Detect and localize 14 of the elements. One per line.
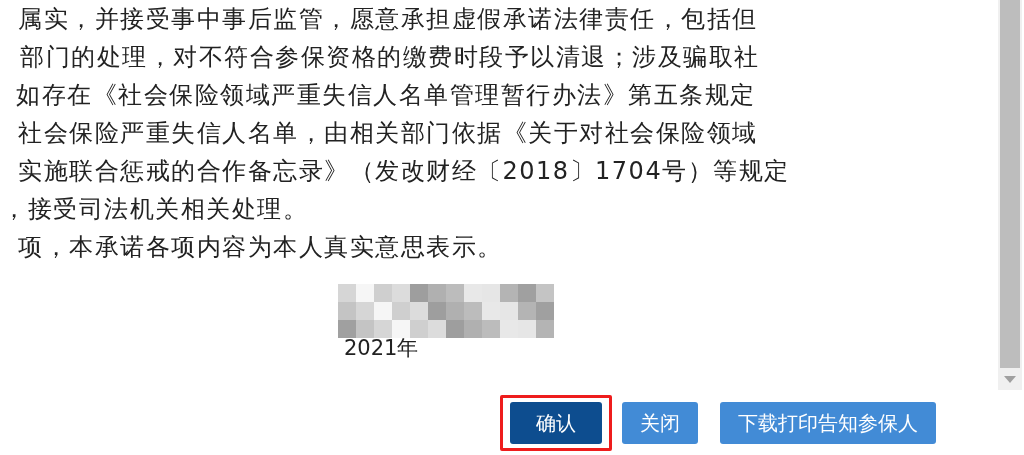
promise-text-line: 如存在《社会保险领域严重失信人名单管理暂行办法》第五条规定 [16, 80, 757, 111]
signature-date: 2021年 [344, 336, 419, 360]
promise-text-line: 社会保险严重失信人名单，由相关部门依据《关于对社会保险领域 [18, 118, 759, 149]
dialog-button[interactable]: 关闭 [622, 402, 698, 444]
promise-text-line: ，接受司法机关相关处理。 [2, 194, 309, 225]
scrollbar[interactable] [998, 0, 1022, 390]
dialog-button[interactable]: 下载打印告知参保人 [720, 402, 936, 444]
scrollbar-thumb[interactable] [1000, 0, 1020, 368]
promise-text-line: 部门的处理，对不符合参保资格的缴费时段予以清退；涉及骗取社 [20, 42, 761, 73]
promise-text-line: 实施联合惩戒的合作备忘录》（发改财经〔2018〕1704号）等规定 [18, 156, 791, 187]
scroll-down-icon[interactable] [1004, 376, 1016, 384]
dialog-button[interactable]: 确认 [510, 402, 602, 444]
promise-text-line: 项，本承诺各项内容为本人真实意思表示。 [18, 232, 504, 263]
promise-text-line: 属实，并接受事中事后监管，愿意承担虚假承诺法律责任，包括但 [18, 4, 759, 35]
